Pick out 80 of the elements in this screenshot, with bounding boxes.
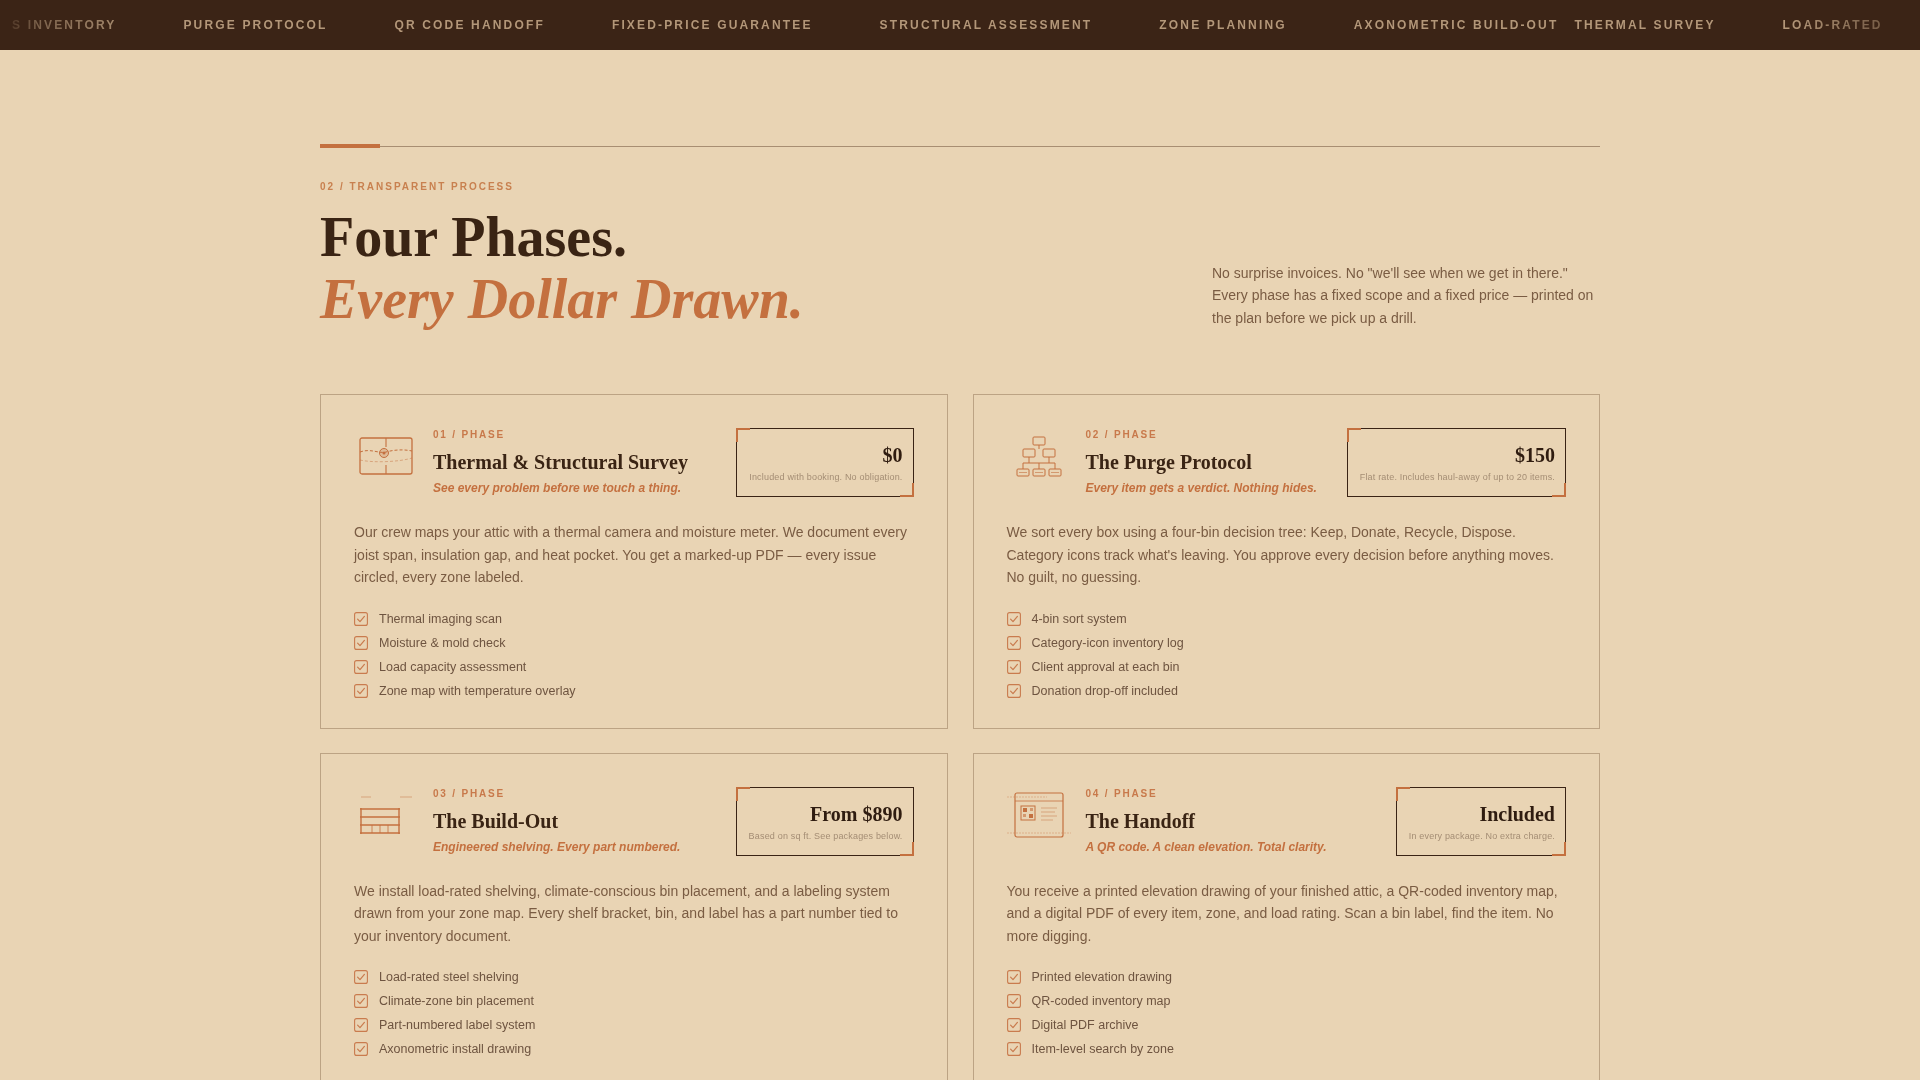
feature-text: Client approval at each bin (1031, 658, 1180, 675)
feature-text: Part-numbered label system (379, 1017, 536, 1033)
ticker-item: ZONE PLANNING (1159, 17, 1287, 33)
feature-text: Climate-zone bin placement (379, 993, 534, 1009)
feature-text: Axonometric install drawing (379, 1041, 532, 1057)
ticker-item: QR CODE HANDOFF (394, 17, 545, 33)
phase-tagline: A QR code. A clean elevation. Total clarity. (1085, 838, 1327, 855)
phase-label: 04 / PHASE (1085, 786, 1159, 801)
corner-bracket-icon (735, 786, 750, 801)
price-amount: From $890 (810, 801, 903, 826)
check-icon (1006, 1018, 1021, 1032)
phase-description: You receive a printed elevation drawing of your finished attic, a QR-coded inventory map, and a digital PDF of every item, zone, and load rating. Scan a bin label, find the item. No more digging. (1006, 881, 1559, 946)
check-icon (1006, 659, 1021, 674)
flowchart-icon (1014, 435, 1063, 477)
check-icon (354, 994, 368, 1008)
qr-document-icon (1006, 790, 1071, 839)
check-icon (354, 970, 368, 984)
phase-label: 03 / PHASE (433, 786, 506, 801)
feature-text: Printed elevation drawing (1031, 969, 1172, 985)
ticker-item: STRUCTURAL ASSESSMENT (879, 17, 1093, 33)
price-note: Included with booking. No obligation. (749, 471, 903, 483)
feature-text: Moisture & mold check (379, 634, 506, 651)
phase-description: We install load-rated shelving, climate-conscious bin placement, and a labeling system drawn from your zone map. Every shelf bracket, bin, and label has a part number tied to your inventory document. (354, 881, 899, 946)
phase-title: Thermal & Structural Survey (433, 450, 688, 475)
price-amount: Included (1479, 801, 1555, 826)
floor-plan-icon (359, 437, 413, 475)
phase-tagline: Every item gets a verdict. Nothing hides. (1085, 480, 1317, 496)
check-icon (1006, 611, 1021, 626)
price-amount: $0 (882, 443, 903, 467)
phase-description: Our crew maps your attic with a thermal camera and moisture meter. We document every joist span, insulation gap, and heat pocket. You get a marked-up PDF — every issue circled, every zone labeled. (354, 523, 908, 587)
section-title-accent: Every Dollar Drawn. (320, 268, 804, 330)
feature-text: Thermal imaging scan (379, 610, 502, 627)
feature-text: Digital PDF archive (1031, 1017, 1139, 1033)
phase-title: The Handoff (1085, 808, 1196, 834)
feature-text: Donation drop-off included (1031, 682, 1178, 699)
feature-text: QR-coded inventory map (1031, 993, 1171, 1009)
check-icon (354, 1042, 368, 1056)
section-intro: No surprise invoices. No "we'll see when we get in there." Every phase has a fixed scope and a fixed price — printed on the plan before we pick up a drill. (1212, 263, 1595, 328)
phase-label: 02 / PHASE (1085, 428, 1159, 442)
feature-text: 4-bin sort system (1031, 610, 1127, 627)
check-icon (1006, 994, 1021, 1008)
ticker-item: PURGE PROTOCOL (183, 17, 328, 33)
corner-bracket-icon (1552, 841, 1566, 856)
section-title: Four Phases. (320, 206, 628, 268)
phase-title: The Build-Out (433, 808, 560, 834)
price-amount: $150 (1515, 443, 1555, 467)
ticker-item: LOAD-RATED (1782, 17, 1883, 33)
section-eyebrow: 02 / TRANSPARENT PROCESS (320, 180, 515, 194)
phase-title: The Purge Protocol (1085, 450, 1253, 475)
ticker-item: AXONOMETRIC BUILD-OUT (1353, 17, 1559, 33)
shelf-icon (359, 794, 413, 835)
check-icon (354, 635, 368, 650)
check-icon (1006, 1042, 1021, 1056)
corner-bracket-icon (1395, 786, 1410, 801)
corner-bracket-icon (899, 841, 914, 856)
check-icon (1006, 970, 1021, 984)
feature-text: Load capacity assessment (379, 658, 527, 675)
check-icon (354, 611, 368, 626)
check-icon (1006, 683, 1021, 698)
price-note: Flat rate. Includes haul-away of up to 20 items. (1359, 471, 1555, 483)
corner-bracket-icon (736, 428, 751, 442)
phase-tagline: See every problem before we touch a thing. (433, 480, 683, 496)
corner-bracket-icon (899, 483, 914, 497)
feature-text: Zone map with temperature overlay (379, 682, 576, 699)
check-icon (1006, 635, 1021, 650)
corner-bracket-icon (1346, 428, 1361, 442)
check-icon (354, 683, 368, 698)
phase-description: We sort every box using a four-bin decision tree: Keep, Donate, Recycle, Dispose. Category icons track what's leaving. You approve every decision before anything moves. No guilt, no guessing. (1006, 523, 1555, 587)
ticker-item: FIXED-PRICE GUARANTEE (611, 17, 813, 33)
phase-label: 01 / PHASE (433, 428, 506, 442)
check-icon (354, 659, 368, 674)
feature-text: Load-rated steel shelving (379, 969, 519, 985)
corner-bracket-icon (1552, 483, 1566, 497)
feature-text: Item-level search by zone (1031, 1041, 1174, 1057)
price-note: In every package. No extra charge. (1408, 829, 1555, 842)
feature-text: Category-icon inventory log (1031, 634, 1184, 651)
ticker-item: THERMAL SURVEY (1574, 17, 1716, 33)
price-note: Based on sq ft. See packages below. (748, 829, 903, 842)
check-icon (354, 1018, 368, 1032)
phase-tagline: Engineered shelving. Every part numbered. (433, 838, 681, 855)
